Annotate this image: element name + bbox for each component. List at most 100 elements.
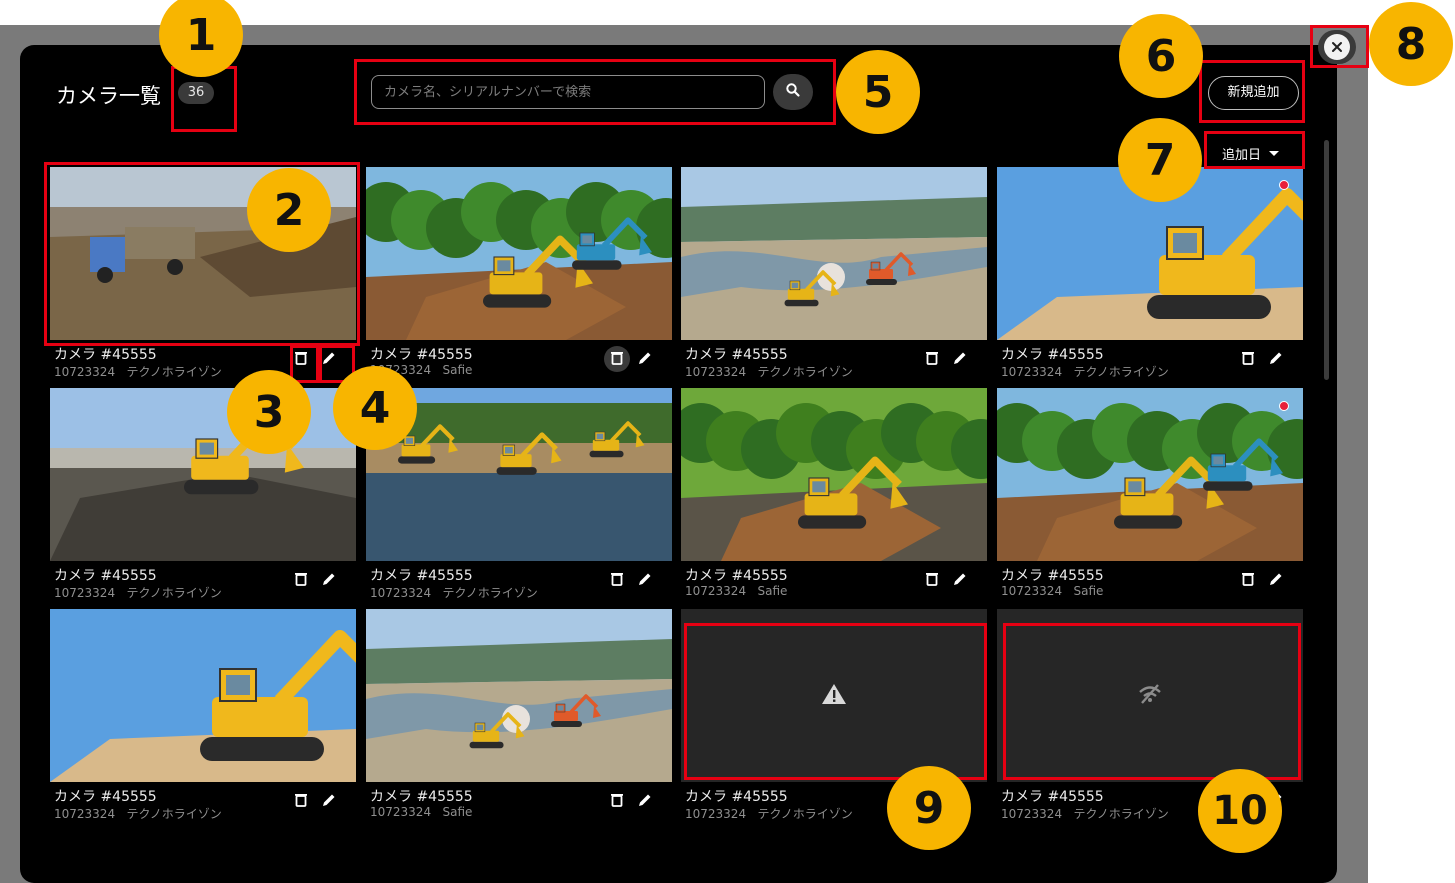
camera-meta: カメラ #45555 10723324 Safie [997, 561, 1303, 607]
delete-camera-button[interactable] [604, 567, 630, 593]
camera-organization: テクノホライゾン [1073, 365, 1169, 379]
pencil-icon [953, 571, 967, 590]
close-icon [1324, 34, 1350, 60]
chevron-down-icon [1269, 150, 1280, 156]
edit-camera-button[interactable] [947, 346, 973, 372]
pencil-icon [322, 792, 336, 811]
edit-camera-button[interactable] [632, 346, 658, 372]
delete-camera-button[interactable] [288, 567, 314, 593]
edit-camera-button[interactable] [316, 567, 342, 593]
close-button[interactable] [1318, 30, 1356, 64]
delete-camera-button[interactable] [288, 788, 314, 814]
pencil-icon [1269, 571, 1283, 590]
warning-icon [821, 683, 847, 709]
camera-thumbnail[interactable] [681, 167, 987, 340]
camera-thumbnail[interactable] [681, 388, 987, 561]
camera-serial: 10723324 [685, 807, 747, 821]
camera-preview-image [366, 609, 672, 782]
delete-camera-button[interactable] [919, 346, 945, 372]
camera-meta: カメラ #45555 10723324 テクノホライゾン [997, 340, 1303, 386]
camera-thumbnail[interactable] [366, 167, 672, 340]
trash-icon [611, 792, 623, 811]
camera-serial: 10723324 [685, 584, 747, 598]
sort-label: 追加日 [1222, 147, 1262, 163]
camera-meta: カメラ #45555 10723324 テクノホライゾン [681, 340, 987, 386]
camera-name: カメラ #45555 [685, 789, 788, 805]
camera-subtitle: 10723324 テクノホライゾン [1001, 805, 1169, 822]
delete-camera-button[interactable] [604, 346, 630, 372]
trash-icon [295, 350, 307, 369]
camera-thumbnail[interactable] [366, 609, 672, 782]
pencil-icon [638, 350, 652, 369]
trash-icon [1242, 571, 1254, 590]
recording-indicator [1279, 401, 1289, 411]
camera-thumbnail-offline[interactable] [997, 609, 1303, 782]
camera-organization: テクノホライゾン [757, 807, 853, 821]
camera-card[interactable]: カメラ #45555 10723324 Safie [366, 609, 672, 828]
camera-organization: テクノホライゾン [126, 807, 222, 821]
add-camera-button[interactable]: 新規追加 [1208, 76, 1299, 110]
camera-name: カメラ #45555 [685, 347, 788, 363]
camera-organization: Safie [757, 584, 788, 598]
scrollbar[interactable] [1324, 140, 1329, 380]
pencil-icon [322, 571, 336, 590]
camera-serial: 10723324 [1001, 365, 1063, 379]
search-button[interactable] [773, 74, 813, 110]
camera-card[interactable]: カメラ #45555 10723324 テクノホライゾン [50, 388, 356, 607]
camera-name: カメラ #45555 [1001, 568, 1104, 584]
camera-organization: テクノホライゾン [1073, 807, 1169, 821]
delete-camera-button[interactable] [919, 567, 945, 593]
camera-name: カメラ #45555 [54, 789, 157, 805]
edit-camera-button[interactable] [1263, 346, 1289, 372]
camera-meta: カメラ #45555 10723324 テクノホライゾン [366, 561, 672, 607]
camera-card[interactable]: カメラ #45555 10723324 Safie [997, 388, 1303, 607]
camera-meta: カメラ #45555 10723324 テクノホライゾン [50, 561, 356, 607]
camera-organization: テクノホライゾン [442, 586, 538, 600]
annotation-marker-8: 8 [1369, 2, 1453, 86]
edit-camera-button[interactable] [316, 346, 342, 372]
delete-camera-button[interactable] [604, 788, 630, 814]
camera-meta: カメラ #45555 10723324 Safie [366, 340, 672, 386]
annotation-marker-9: 9 [887, 766, 971, 850]
camera-serial: 10723324 [1001, 584, 1063, 598]
delete-camera-button[interactable] [288, 346, 314, 372]
sort-dropdown[interactable]: 追加日 [1222, 143, 1280, 163]
edit-camera-button[interactable] [632, 567, 658, 593]
camera-subtitle: 10723324 テクノホライゾン [685, 363, 853, 380]
edit-camera-button[interactable] [947, 567, 973, 593]
camera-meta: カメラ #45555 10723324 Safie [681, 561, 987, 607]
camera-thumbnail-warning[interactable] [681, 609, 987, 782]
wifi-off-icon [1137, 683, 1163, 709]
camera-organization: Safie [1073, 584, 1104, 598]
annotation-marker-5: 5 [836, 50, 920, 134]
edit-camera-button[interactable] [632, 788, 658, 814]
pencil-icon [638, 792, 652, 811]
pencil-icon [638, 571, 652, 590]
trash-icon [1242, 350, 1254, 369]
camera-card[interactable]: カメラ #45555 10723324 テクノホライゾン [50, 609, 356, 828]
annotation-marker-10: 10 [1198, 769, 1282, 853]
pencil-icon [322, 350, 336, 369]
camera-card[interactable]: カメラ #45555 10723324 Safie [366, 167, 672, 386]
edit-camera-button[interactable] [316, 788, 342, 814]
delete-camera-button[interactable] [1235, 567, 1261, 593]
pencil-icon [1269, 350, 1283, 369]
camera-thumbnail[interactable] [997, 388, 1303, 561]
trash-icon [611, 350, 623, 369]
annotation-marker-4: 4 [333, 366, 417, 450]
camera-name: カメラ #45555 [1001, 789, 1104, 805]
camera-meta: カメラ #45555 10723324 テクノホライゾン [50, 782, 356, 828]
camera-subtitle: 10723324 テクノホライゾン [1001, 363, 1169, 380]
camera-card[interactable]: カメラ #45555 10723324 Safie [681, 388, 987, 607]
camera-organization: テクノホライゾン [126, 586, 222, 600]
camera-subtitle: 10723324 Safie [1001, 584, 1103, 598]
camera-preview-image [997, 388, 1303, 561]
annotation-marker-6: 6 [1119, 14, 1203, 98]
camera-card[interactable]: カメラ #45555 10723324 テクノホライゾン [681, 167, 987, 386]
camera-subtitle: 10723324 テクノホライゾン [54, 805, 222, 822]
search-input[interactable] [371, 75, 765, 109]
camera-serial: 10723324 [370, 805, 432, 819]
camera-thumbnail[interactable] [50, 609, 356, 782]
delete-camera-button[interactable] [1235, 346, 1261, 372]
edit-camera-button[interactable] [1263, 567, 1289, 593]
